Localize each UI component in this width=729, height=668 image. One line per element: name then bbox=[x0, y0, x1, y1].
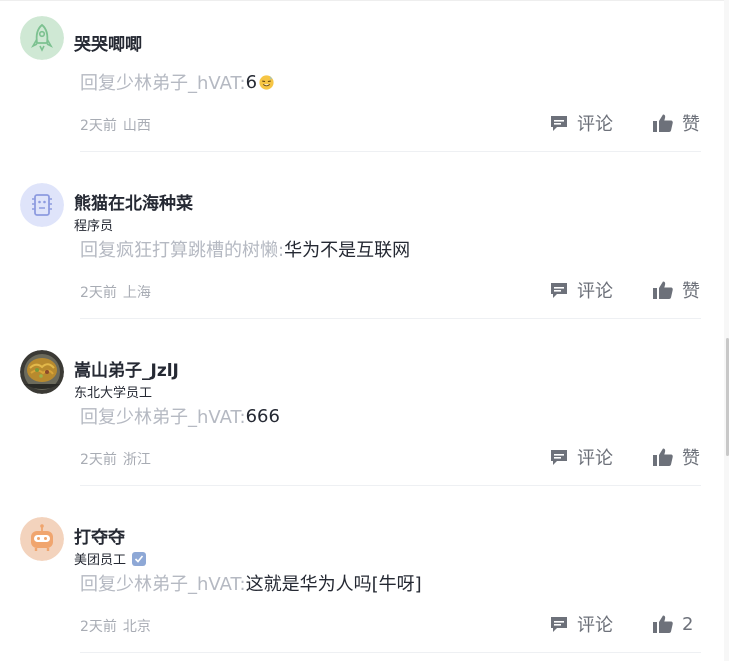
comment-meta: 2天前 上海 bbox=[80, 282, 151, 302]
like-button-label: 赞 bbox=[682, 448, 700, 469]
username[interactable]: 嵩山弟子_JzlJ bbox=[74, 356, 179, 381]
robot-chip-icon bbox=[20, 183, 64, 227]
comment-icon bbox=[551, 116, 567, 131]
verified-badge-icon bbox=[132, 551, 147, 566]
divider bbox=[80, 318, 701, 319]
divider bbox=[80, 485, 701, 486]
comment-item: 打夺夺 美团员工 回复少林弟子_hVAT: 这就是华为人吗[牛呀] 2天前 北京 … bbox=[0, 501, 724, 668]
sweat-smile-emoji-icon bbox=[258, 74, 275, 91]
reply-button-label: 评论 bbox=[577, 448, 613, 469]
reply-button-label: 评论 bbox=[577, 615, 613, 636]
rocket-icon bbox=[20, 16, 64, 60]
comment-meta: 2天前 山西 bbox=[80, 115, 151, 135]
reply-target[interactable]: 回复疯狂打算跳槽的树懒: bbox=[80, 236, 284, 262]
like-button-label: 赞 bbox=[682, 281, 700, 302]
reply-content: 回复少林弟子_hVAT: 666 bbox=[80, 403, 280, 429]
comment-time: 2天前 bbox=[80, 118, 117, 134]
user-title-text: 东北大学员工 bbox=[74, 386, 153, 401]
avatar[interactable] bbox=[20, 16, 64, 60]
comment-meta: 2天前 浙江 bbox=[80, 449, 151, 469]
comment-time: 2天前 bbox=[80, 285, 117, 301]
like-button-label: 赞 bbox=[682, 114, 700, 135]
scrollbar[interactable] bbox=[724, 0, 729, 661]
comment-location: 北京 bbox=[122, 619, 151, 635]
reply-target[interactable]: 回复少林弟子_hVAT: bbox=[80, 69, 246, 95]
reply-text: 华为不是互联网 bbox=[284, 240, 411, 261]
thumbs-up-icon bbox=[653, 114, 673, 132]
reply-text: 6 bbox=[245, 71, 258, 93]
comment-time: 2天前 bbox=[80, 452, 117, 468]
username[interactable]: 哭哭唧唧 bbox=[74, 30, 142, 55]
comment-location: 浙江 bbox=[122, 452, 151, 468]
comment-location: 上海 bbox=[122, 285, 151, 301]
avatar[interactable] bbox=[20, 183, 64, 227]
reply-content: 回复疯狂打算跳槽的树懒: 华为不是互联网 bbox=[80, 236, 410, 262]
like-button[interactable]: 2 bbox=[652, 612, 693, 636]
thumbs-up-icon bbox=[653, 615, 673, 633]
comment-item: 熊猫在北海种菜 程序员 回复疯狂打算跳槽的树懒: 华为不是互联网 2天前 上海 评… bbox=[0, 167, 724, 334]
user-title-text: 美团员工 bbox=[74, 553, 127, 568]
divider bbox=[80, 151, 701, 152]
username[interactable]: 打夺夺 bbox=[74, 523, 125, 548]
avatar[interactable] bbox=[20, 350, 64, 394]
reply-button[interactable]: 评论 bbox=[549, 612, 613, 636]
reply-text: 666 bbox=[245, 405, 280, 427]
comment-item: 嵩山弟子_JzlJ 东北大学员工 回复少林弟子_hVAT: 666 2天前 浙江 … bbox=[0, 334, 724, 501]
robot-face-icon bbox=[20, 517, 64, 561]
username[interactable]: 熊猫在北海种菜 bbox=[74, 189, 193, 214]
reply-button[interactable]: 评论 bbox=[549, 278, 613, 302]
user-title: 东北大学员工 bbox=[74, 382, 152, 401]
comment-time: 2天前 bbox=[80, 619, 117, 635]
reply-content: 回复少林弟子_hVAT: 6 bbox=[80, 69, 275, 95]
food-photo-icon bbox=[20, 350, 64, 394]
like-button[interactable]: 赞 bbox=[652, 445, 700, 469]
comment-item: 哭哭唧唧 回复少林弟子_hVAT: 6 2天前 山西 评论 赞 bbox=[0, 0, 724, 167]
like-button[interactable]: 赞 bbox=[652, 278, 700, 302]
reply-content: 回复少林弟子_hVAT: 这就是华为人吗[牛呀] bbox=[80, 570, 422, 596]
thumbs-up-icon bbox=[653, 281, 673, 299]
user-title: 程序员 bbox=[74, 215, 113, 234]
reply-target[interactable]: 回复少林弟子_hVAT: bbox=[80, 570, 246, 596]
avatar[interactable] bbox=[20, 517, 64, 561]
reply-target[interactable]: 回复少林弟子_hVAT: bbox=[80, 403, 246, 429]
comment-icon bbox=[551, 450, 567, 465]
like-count: 2 bbox=[682, 613, 694, 635]
comment-location: 山西 bbox=[122, 118, 151, 134]
thumbs-up-icon bbox=[653, 448, 673, 466]
user-title-text: 程序员 bbox=[74, 219, 114, 234]
divider bbox=[80, 652, 701, 653]
comment-icon bbox=[551, 283, 567, 298]
reply-button[interactable]: 评论 bbox=[549, 111, 613, 135]
like-button[interactable]: 赞 bbox=[652, 111, 700, 135]
reply-button-label: 评论 bbox=[577, 114, 613, 135]
comment-meta: 2天前 北京 bbox=[80, 616, 151, 636]
user-title: 美团员工 bbox=[74, 549, 147, 568]
reply-text: 这就是华为人吗[牛呀] bbox=[245, 574, 422, 595]
reply-button[interactable]: 评论 bbox=[549, 445, 613, 469]
reply-button-label: 评论 bbox=[577, 281, 613, 302]
comment-icon bbox=[551, 617, 567, 632]
